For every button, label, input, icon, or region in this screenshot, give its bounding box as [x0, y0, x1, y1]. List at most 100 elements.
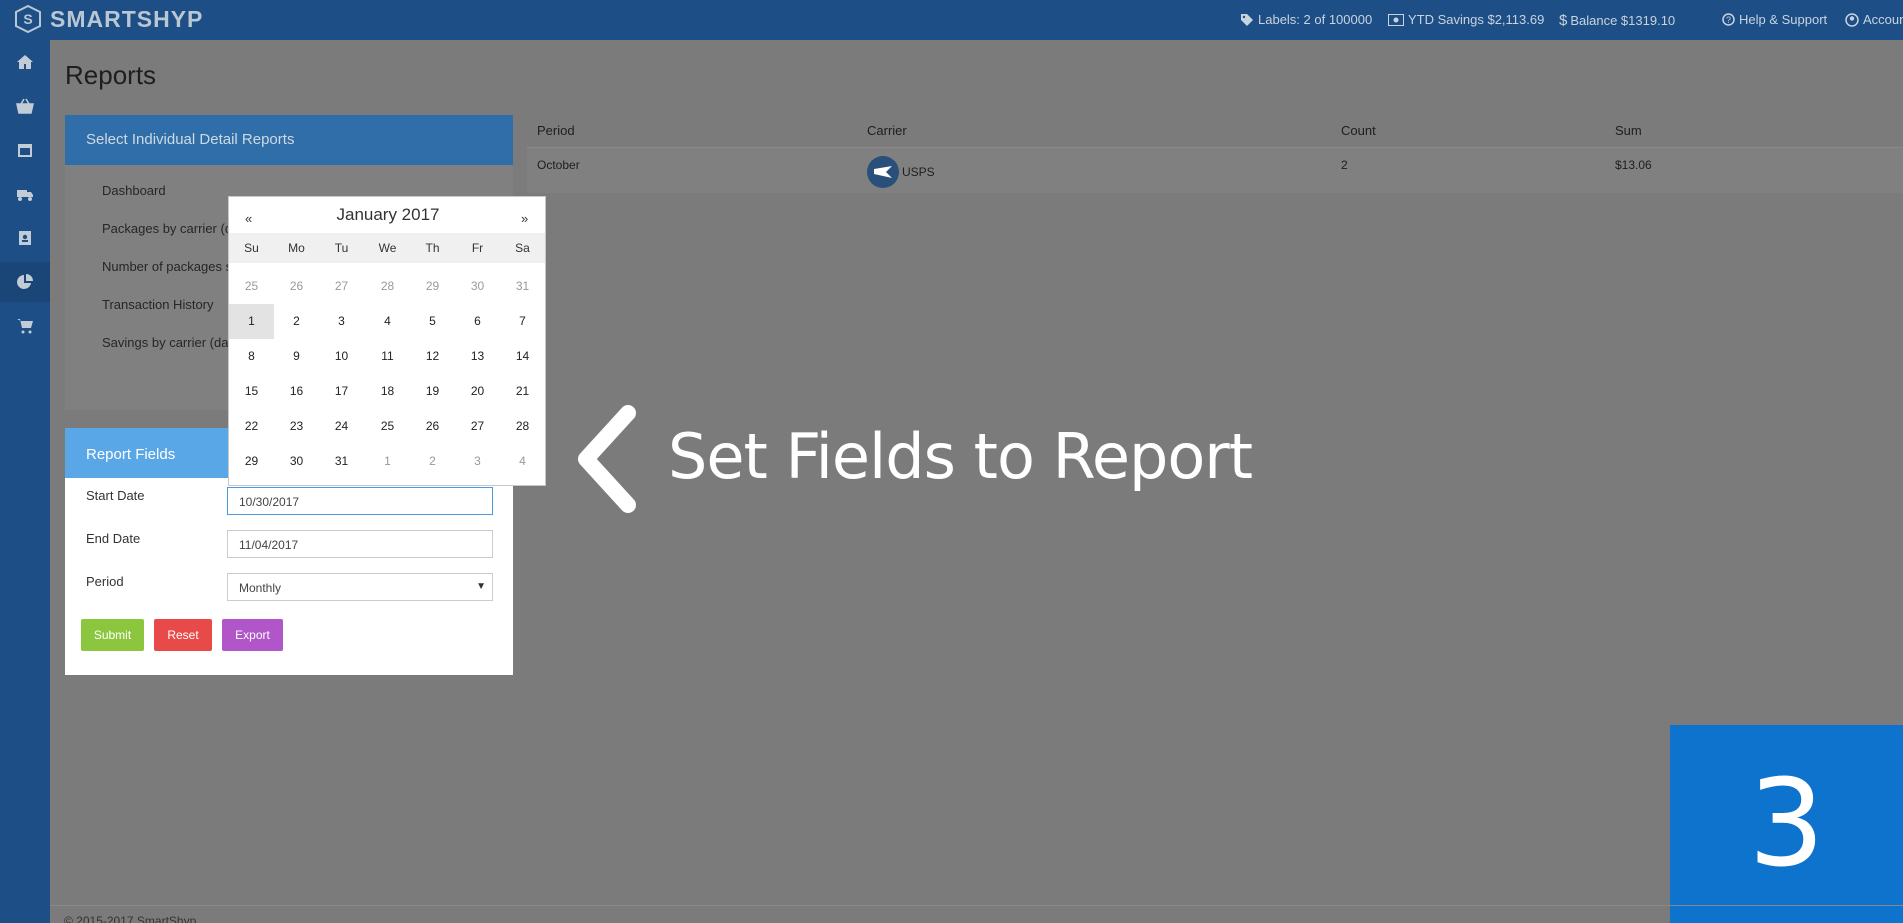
sidebar-orders[interactable] [0, 86, 50, 126]
datepicker-day[interactable]: 26 [274, 269, 319, 304]
cell-carrier: USPS [902, 165, 935, 179]
datepicker-day[interactable]: 1 [229, 304, 274, 339]
col-header-count[interactable]: Count [1341, 123, 1376, 138]
datepicker-day[interactable]: 25 [365, 409, 410, 444]
sidebar-reports[interactable] [0, 262, 50, 302]
datepicker-day[interactable]: 27 [319, 269, 364, 304]
overlay-instruction: Set Fields to Report [668, 420, 1253, 493]
svg-text:S: S [23, 11, 32, 27]
datepicker-day[interactable]: 29 [229, 444, 274, 479]
start-date-input[interactable]: 10/30/2017 [227, 487, 493, 515]
period-label: Period [86, 574, 124, 589]
datepicker-day[interactable]: 5 [410, 304, 455, 339]
cell-period: October [537, 158, 580, 172]
datepicker-day[interactable]: 18 [365, 374, 410, 409]
weekday-header: Su [244, 241, 259, 255]
balance[interactable]: $ Balance $1319.10 [1559, 12, 1675, 29]
chevron-left-icon [578, 405, 636, 513]
datepicker-day[interactable]: 23 [274, 409, 319, 444]
sidebar-calendar[interactable] [0, 130, 50, 170]
datepicker-day[interactable]: 28 [365, 269, 410, 304]
shopping-basket-icon [16, 98, 34, 114]
sidebar-home[interactable] [0, 42, 50, 82]
col-header-carrier[interactable]: Carrier [867, 123, 907, 138]
address-book-icon [19, 231, 31, 245]
sidebar-address-book[interactable] [0, 218, 50, 258]
cell-sum: $13.06 [1615, 158, 1652, 172]
submit-button[interactable]: Submit [81, 619, 144, 651]
datepicker-day[interactable]: 25 [229, 269, 274, 304]
datepicker-day[interactable]: 11 [365, 339, 410, 374]
weekday-header: Fr [471, 241, 484, 255]
help-support-link[interactable]: ? Help & Support [1722, 12, 1827, 27]
datepicker-day[interactable]: 10 [319, 339, 364, 374]
labels-text: Labels: 2 of 100000 [1258, 12, 1373, 27]
datepicker-day[interactable]: 22 [229, 409, 274, 444]
datepicker-day[interactable]: 28 [500, 409, 545, 444]
datepicker-day[interactable]: 21 [500, 374, 545, 409]
datepicker-day[interactable]: 27 [455, 409, 500, 444]
datepicker-day[interactable]: 4 [500, 444, 545, 479]
datepicker-day[interactable]: 31 [319, 444, 364, 479]
datepicker-title[interactable]: January 2017 [229, 205, 547, 225]
end-date-label: End Date [86, 531, 141, 546]
top-navbar: S SMARTSHYP Labels: 2 of 100000 YTD Savi… [0, 0, 1903, 40]
ytd-savings[interactable]: YTD Savings $2,113.69 [1388, 12, 1544, 27]
svg-text:?: ? [1726, 15, 1731, 25]
detail-reports-heading: Select Individual Detail Reports [65, 115, 513, 165]
datepicker-day[interactable]: 7 [500, 304, 545, 339]
truck-icon [17, 190, 33, 201]
sidebar-shipments[interactable] [0, 174, 50, 214]
weekday-header: Th [425, 241, 440, 255]
datepicker-day[interactable]: 30 [274, 444, 319, 479]
datepicker-day[interactable]: 14 [500, 339, 545, 374]
home-icon [17, 55, 33, 69]
account-menu[interactable]: Account [1845, 12, 1903, 27]
weekday-header: We [378, 241, 397, 255]
labels-counter[interactable]: Labels: 2 of 100000 [1240, 12, 1372, 27]
datepicker-day[interactable]: 2 [274, 304, 319, 339]
datepicker-day[interactable]: 17 [319, 374, 364, 409]
sidebar-cart[interactable] [0, 306, 50, 346]
money-icon [1388, 13, 1404, 26]
reset-button[interactable]: Reset [154, 619, 212, 651]
datepicker-day[interactable]: 16 [274, 374, 319, 409]
datepicker-day[interactable]: 29 [410, 269, 455, 304]
datepicker-day[interactable]: 24 [319, 409, 364, 444]
sidebar [0, 40, 50, 923]
datepicker-day[interactable]: 3 [455, 444, 500, 479]
shield-logo-icon: S [15, 5, 41, 33]
datepicker-day[interactable]: 4 [365, 304, 410, 339]
datepicker-day[interactable]: 19 [410, 374, 455, 409]
weekday-header: Tu [334, 241, 349, 255]
tag-icon [1241, 13, 1253, 26]
datepicker-day[interactable]: 6 [455, 304, 500, 339]
datepicker-day[interactable]: 8 [229, 339, 274, 374]
help-text: Help & Support [1739, 12, 1828, 27]
datepicker-day[interactable]: 3 [319, 304, 364, 339]
datepicker-day[interactable]: 31 [500, 269, 545, 304]
start-date-label: Start Date [86, 488, 145, 503]
col-header-sum[interactable]: Sum [1615, 123, 1642, 138]
col-header-period[interactable]: Period [537, 123, 575, 138]
pie-chart-icon [17, 274, 33, 289]
datepicker-day[interactable]: 9 [274, 339, 319, 374]
ytd-savings-text: YTD Savings $2,113.69 [1408, 12, 1545, 27]
export-button[interactable]: Export [222, 619, 283, 651]
period-select[interactable]: Monthly ▼ [227, 573, 493, 601]
table-row: October USPS 2 $13.06 [527, 147, 1903, 193]
datepicker-day[interactable]: 26 [410, 409, 455, 444]
end-date-input[interactable]: 11/04/2017 [227, 530, 493, 558]
datepicker-day[interactable]: 1 [365, 444, 410, 479]
cart-icon [17, 319, 33, 334]
brand-logo[interactable]: S SMARTSHYP [14, 5, 203, 33]
datepicker-day[interactable]: 15 [229, 374, 274, 409]
caret-down-icon: ▼ [476, 581, 486, 592]
datepicker-day[interactable]: 2 [410, 444, 455, 479]
datepicker-day[interactable]: 30 [455, 269, 500, 304]
datepicker-day[interactable]: 20 [455, 374, 500, 409]
user-circle-icon [1845, 12, 1859, 27]
datepicker-day[interactable]: 12 [410, 339, 455, 374]
datepicker-next-button[interactable]: » [521, 211, 528, 226]
datepicker-day[interactable]: 13 [455, 339, 500, 374]
